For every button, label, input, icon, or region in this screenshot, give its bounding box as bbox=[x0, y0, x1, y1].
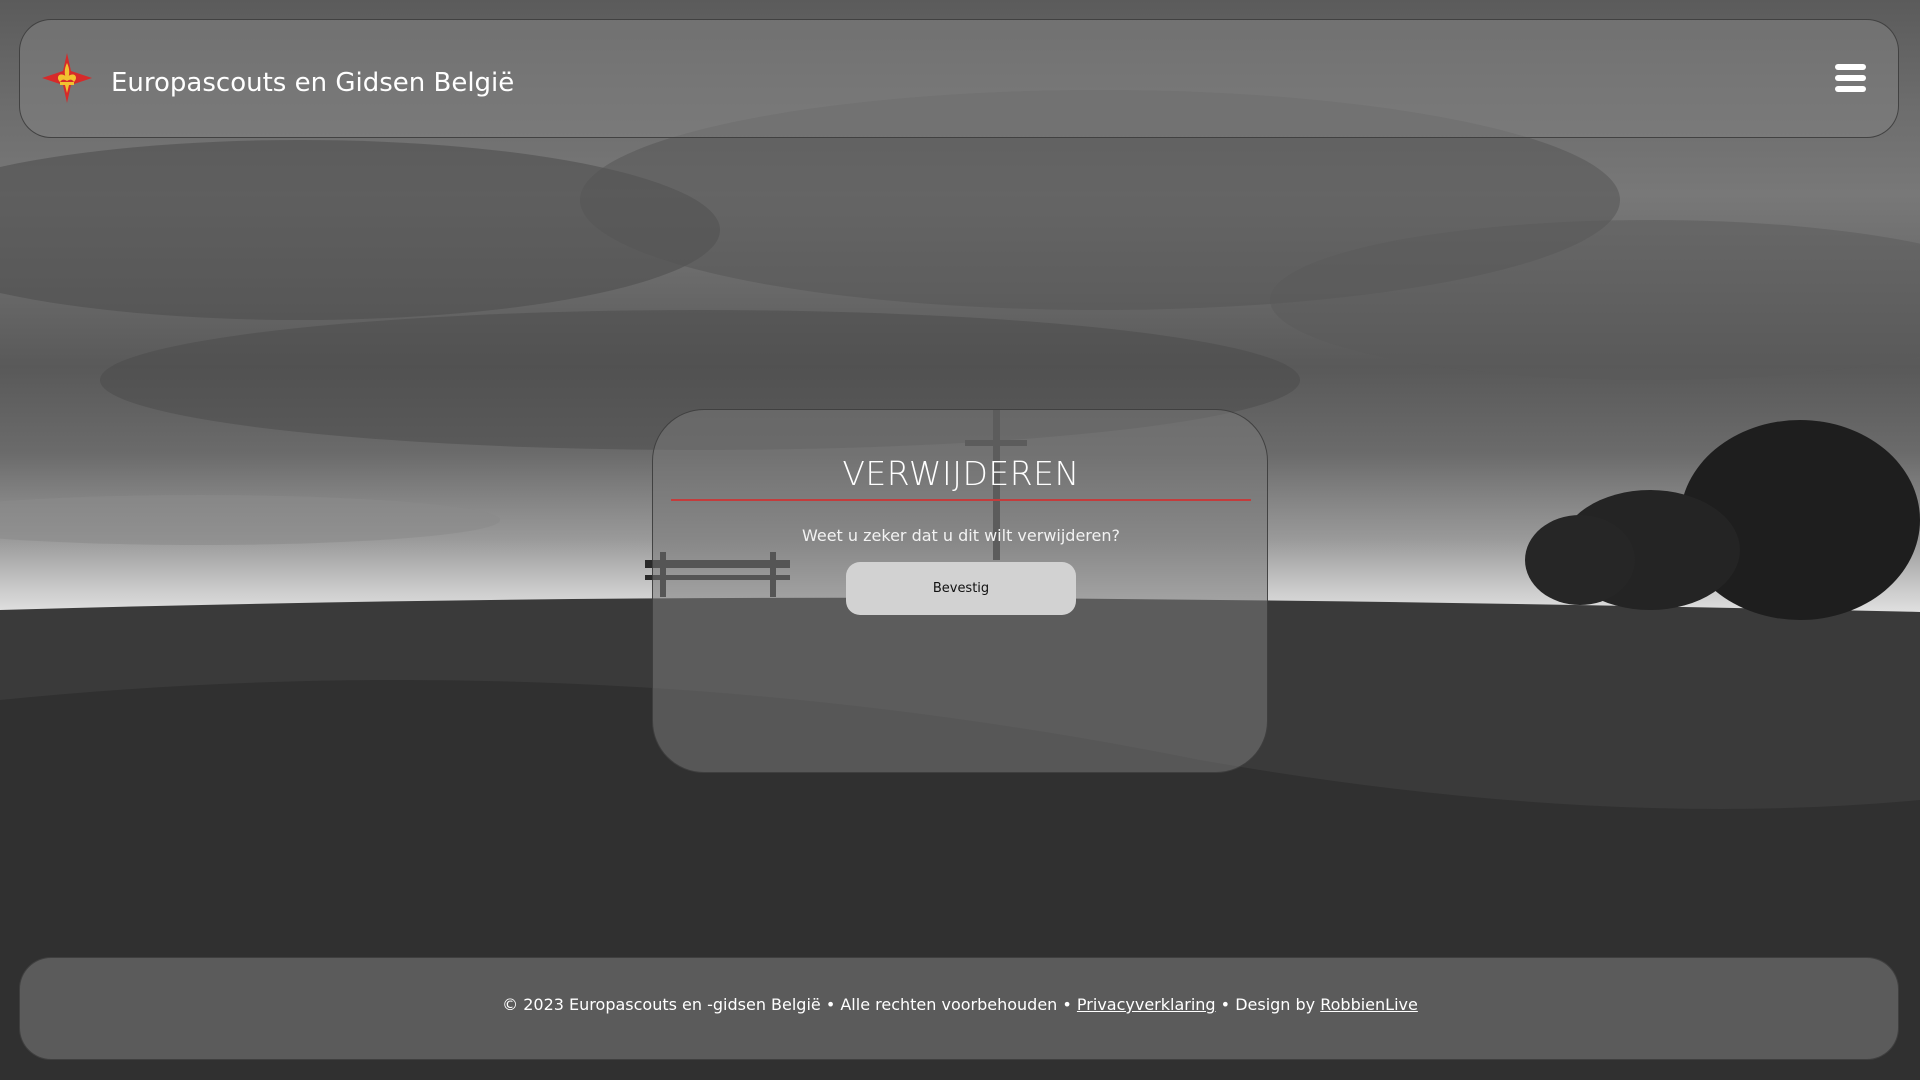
dialog-title: VERWIJDEREN bbox=[842, 454, 1080, 493]
title-underline bbox=[671, 499, 1251, 501]
footer-text: © 2023 Europascouts en -gidsen België • … bbox=[20, 994, 1900, 1016]
scout-logo-icon[interactable] bbox=[40, 51, 94, 105]
dialog-message: Weet u zeker dat u dit wilt verwijderen? bbox=[801, 526, 1120, 545]
hamburger-menu-icon[interactable] bbox=[1835, 64, 1867, 96]
delete-confirm-dialog: VERWIJDEREN Weet u zeker dat u dit wilt … bbox=[652, 409, 1268, 773]
menu-bar bbox=[1835, 86, 1866, 92]
site-title[interactable]: Europascouts en Gidsen België bbox=[111, 67, 514, 99]
footer-copyright: © 2023 Europascouts en -gidsen België • … bbox=[502, 995, 1077, 1014]
menu-bar bbox=[1835, 75, 1866, 81]
footer-design-prefix: • Design by bbox=[1215, 995, 1321, 1014]
menu-bar bbox=[1835, 64, 1866, 70]
site-header: Europascouts en Gidsen België bbox=[19, 19, 1899, 138]
site-footer: © 2023 Europascouts en -gidsen België • … bbox=[19, 957, 1899, 1060]
designer-link[interactable]: RobbienLive bbox=[1320, 995, 1418, 1014]
confirm-button[interactable]: Bevestig bbox=[846, 562, 1076, 615]
privacy-link[interactable]: Privacyverklaring bbox=[1077, 995, 1216, 1014]
